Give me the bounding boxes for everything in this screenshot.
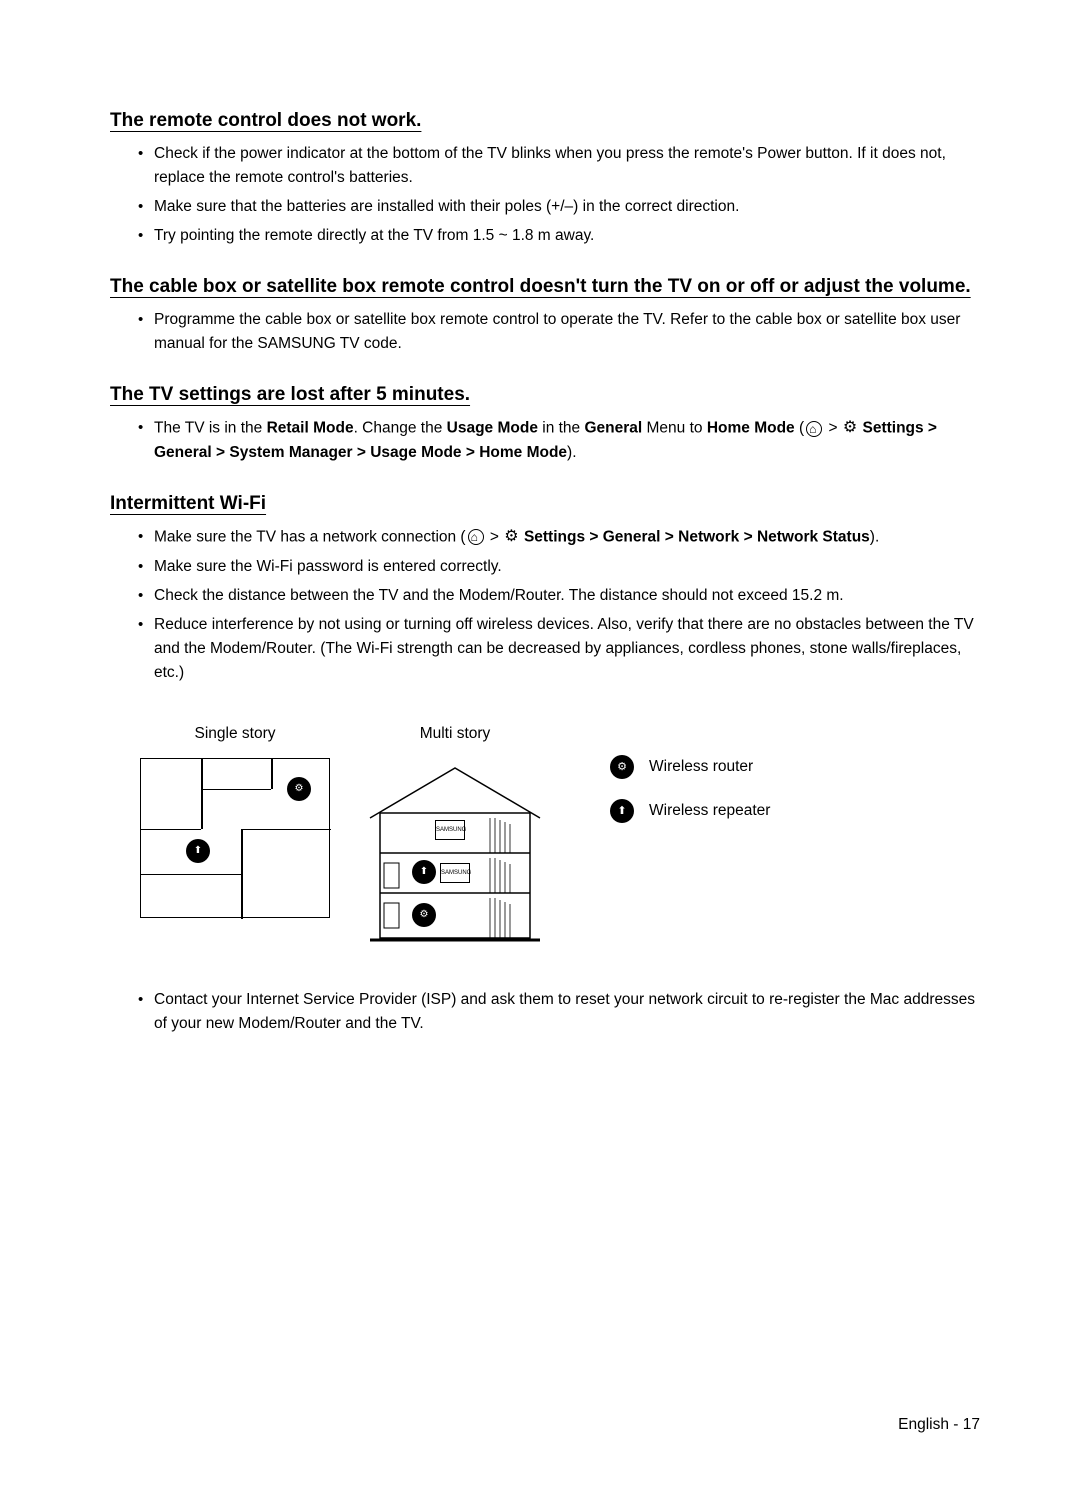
home-icon	[468, 529, 484, 545]
page-footer: English - 17	[898, 1416, 980, 1434]
gear-icon: ⚙	[504, 525, 518, 550]
diagram-multi-story: Multi story	[360, 725, 550, 948]
diagram-title: Single story	[195, 725, 276, 743]
document-content: The remote control does not work. Check …	[110, 110, 980, 1036]
section-list-remote: Check if the power indicator at the bott…	[110, 142, 980, 248]
section-heading-settings-lost: The TV settings are lost after 5 minutes…	[110, 384, 980, 406]
diagram-legend: ⚙ Wireless router ⬆ Wireless repeater	[580, 725, 770, 948]
list-item: Programme the cable box or satellite box…	[140, 308, 980, 356]
footer-page: 17	[963, 1416, 980, 1433]
section-list-settings-lost: The TV is in the Retail Mode. Change the…	[110, 416, 980, 465]
list-item: The TV is in the Retail Mode. Change the…	[140, 416, 980, 465]
legend-repeater: ⬆ Wireless repeater	[610, 799, 770, 823]
section-heading-cable-box: The cable box or satellite box remote co…	[110, 276, 980, 298]
section-list-post-diagram: Contact your Internet Service Provider (…	[110, 988, 980, 1036]
diagram-container: Single story ⚙ ⬆ Multi story	[110, 725, 980, 948]
list-item: Make sure that the batteries are install…	[140, 195, 980, 219]
section-heading-remote: The remote control does not work.	[110, 110, 980, 132]
legend-label: Wireless router	[649, 758, 753, 776]
list-item: Make sure the Wi-Fi password is entered …	[140, 555, 980, 579]
legend-label: Wireless repeater	[649, 802, 770, 820]
list-item: Check if the power indicator at the bott…	[140, 142, 980, 190]
floor-plan-single: ⚙ ⬆	[140, 758, 330, 918]
home-icon	[806, 421, 822, 437]
list-item: Reduce interference by not using or turn…	[140, 613, 980, 685]
tv-icon: SAMSUNG	[440, 863, 470, 883]
list-item: Contact your Internet Service Provider (…	[140, 988, 980, 1036]
gear-icon: ⚙	[843, 416, 857, 441]
repeater-icon: ⬆	[610, 799, 634, 823]
section-heading-wifi: Intermittent Wi-Fi	[110, 493, 980, 515]
router-icon: ⚙	[287, 777, 311, 801]
repeater-icon: ⬆	[186, 839, 210, 863]
list-item: Make sure the TV has a network connectio…	[140, 525, 980, 550]
router-icon: ⚙	[412, 903, 436, 927]
floor-plan-multi: SAMSUNG ⬆ SAMSUNG ⚙	[360, 758, 550, 948]
legend-router: ⚙ Wireless router	[610, 755, 770, 779]
repeater-icon: ⬆	[412, 860, 436, 884]
diagram-title: Multi story	[420, 725, 491, 743]
list-item: Try pointing the remote directly at the …	[140, 224, 980, 248]
tv-icon: SAMSUNG	[435, 820, 465, 840]
footer-sep: -	[949, 1416, 963, 1433]
section-list-cable-box: Programme the cable box or satellite box…	[110, 308, 980, 356]
section-list-wifi: Make sure the TV has a network connectio…	[110, 525, 980, 685]
router-icon: ⚙	[610, 755, 634, 779]
diagram-single-story: Single story ⚙ ⬆	[140, 725, 330, 948]
footer-lang: English	[898, 1416, 949, 1433]
list-item: Check the distance between the TV and th…	[140, 584, 980, 608]
